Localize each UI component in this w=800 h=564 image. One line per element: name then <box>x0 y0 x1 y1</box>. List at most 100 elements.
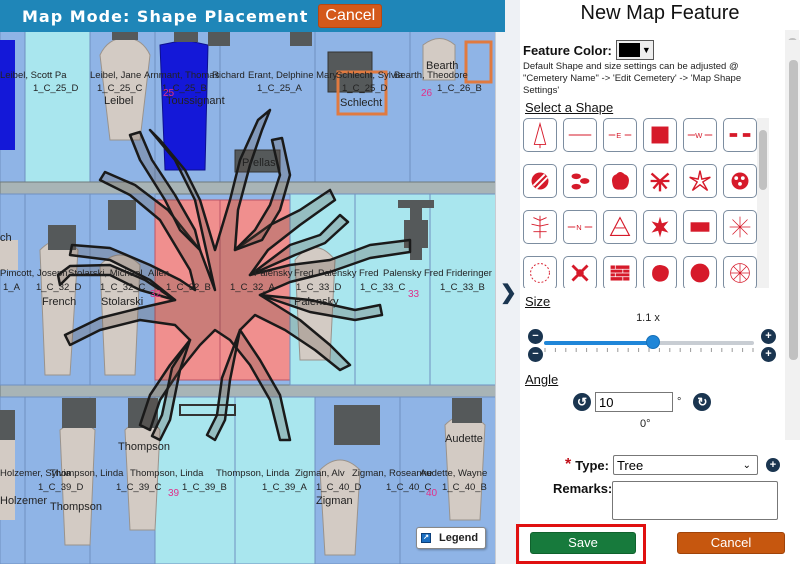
rotate-right-icon[interactable]: ↻ <box>693 393 712 411</box>
plot-id-label: 1_C_26_B <box>437 83 482 94</box>
rotate-left-icon[interactable]: ↺ <box>573 393 591 411</box>
legend-icon: ↗ <box>421 533 431 543</box>
palm-shape-button[interactable] <box>643 164 677 198</box>
blob-shape-button[interactable] <box>643 256 677 288</box>
filled-square-icon <box>651 126 669 144</box>
flower-icon <box>731 172 749 190</box>
feature-color-picker[interactable]: ▼ <box>615 40 654 60</box>
brick-shape-button[interactable] <box>603 256 637 288</box>
x-cross-icon <box>571 264 589 282</box>
size-decrease-button[interactable]: − <box>528 329 543 344</box>
spike-shape-button[interactable] <box>723 210 757 244</box>
plot-number: 40 <box>426 488 438 499</box>
dashed-letter-icon: E <box>608 131 632 140</box>
rectangle-icon <box>690 222 710 232</box>
legend-label: Legend <box>439 532 479 544</box>
tree-outline-shape-button[interactable] <box>523 118 557 152</box>
plot-id-label: 1_C_25_D <box>342 83 388 94</box>
stones-shape-button[interactable] <box>563 164 597 198</box>
panel-title: New Map Feature <box>580 2 740 24</box>
chevron-right-icon[interactable]: ❯ <box>500 280 517 305</box>
add-type-button[interactable]: + <box>765 458 780 472</box>
size-slider-knob[interactable] <box>646 335 661 349</box>
panel-splitter[interactable]: ❯ <box>495 0 520 564</box>
plot-owner-label: Audette, Wayne <box>420 468 488 479</box>
map-canvas[interactable]: Leibel, Scott Pa Leibel, Jane Arnmant, T… <box>0 0 520 564</box>
plot-id-label: 1_C_40_B <box>442 482 487 493</box>
dash-dash-shape-button[interactable] <box>723 118 757 152</box>
plot-id-label: 1_C_39_D <box>38 482 84 493</box>
line-shape-button[interactable] <box>563 118 597 152</box>
legend-button[interactable]: ↗ Legend <box>416 527 486 549</box>
map-cancel-button[interactable]: Cancel <box>318 4 383 28</box>
star-burst-shape-button[interactable] <box>643 210 677 244</box>
angle-controls: ↺ ° ↻ <box>573 392 712 412</box>
plot-number: 25 <box>163 88 175 99</box>
plot-owner-label: Thompson, Linda <box>216 468 290 479</box>
shape-grid-scrollbar-thumb[interactable] <box>759 130 767 190</box>
plot-id-label: 1_C_32_B <box>166 282 211 293</box>
plot-name: Zigman <box>316 495 353 507</box>
n-line-shape-button[interactable]: N <box>563 210 597 244</box>
plot-owner-label: Frideringer <box>446 268 492 279</box>
plot-id-label: 1_C_33_D <box>296 282 342 293</box>
remarks-textarea[interactable] <box>612 481 778 520</box>
filled-square-shape-button[interactable] <box>643 118 677 152</box>
plot-name: Bearth <box>426 60 459 72</box>
plot-number: 26 <box>421 88 433 99</box>
filled-circle-icon <box>690 263 710 283</box>
rectangle-shape-button[interactable] <box>683 210 717 244</box>
size-slider-ticks <box>544 348 754 352</box>
size-decrease-small-button[interactable]: − <box>528 347 543 362</box>
plot-id-label: 1_C_32_C <box>100 282 146 293</box>
plot-number: 32 <box>150 289 162 300</box>
type-select[interactable]: Tree ⌄ <box>612 455 758 475</box>
tree-outline-icon <box>533 121 547 149</box>
striped-circle-shape-button[interactable] <box>523 164 557 198</box>
angle-unit: ° <box>677 396 682 408</box>
plot-name: Thompson <box>118 441 170 453</box>
snowflake-shape-button[interactable] <box>723 256 757 288</box>
flower-shape-button[interactable] <box>723 164 757 198</box>
type-label: Type: <box>575 457 609 473</box>
star-plant-shape-button[interactable] <box>683 164 717 198</box>
bush-icon <box>612 172 629 190</box>
angle-input[interactable] <box>595 392 673 412</box>
select-shape-heading: Select a Shape <box>525 100 614 115</box>
required-asterisk-icon: * <box>565 456 572 473</box>
striped-circle-icon <box>531 172 549 190</box>
bush-shape-button[interactable] <box>603 164 637 198</box>
shape-settings-help: Default Shape and size settings can be a… <box>523 61 742 96</box>
size-increase-button[interactable]: + <box>761 329 776 344</box>
caret-down-icon: ▼ <box>641 45 651 55</box>
map-mode-header: Map Mode: Shape Placement Cancel <box>0 0 505 32</box>
plot-id-label: 1_A <box>3 282 20 293</box>
plot-name: Palensky <box>294 296 339 308</box>
dashed-letter-shape-button[interactable]: E <box>603 118 637 152</box>
w-line-icon: W <box>687 131 713 140</box>
x-cross-shape-button[interactable] <box>563 256 597 288</box>
fern-shape-button[interactable] <box>523 210 557 244</box>
plot-owner-label: Palensky <box>318 268 357 279</box>
size-heading: Size <box>525 294 551 309</box>
window-scrollbar-thumb[interactable] <box>789 60 798 360</box>
filled-circle-shape-button[interactable] <box>683 256 717 288</box>
angle-heading: Angle <box>525 372 559 387</box>
shape-grid-container: E W N <box>523 118 773 288</box>
plot-id-label: 1_C_25_D <box>33 83 79 94</box>
angle-readout: 0° <box>640 418 651 430</box>
size-increase-small-button[interactable]: + <box>761 347 776 362</box>
w-line-shape-button[interactable]: W <box>683 118 717 152</box>
plot-id-label: 1_C_39_A <box>262 482 307 493</box>
plot-owner-label: Schlecht, Sylvia <box>336 70 404 81</box>
plot-owner-label: Pimcott, Joseph <box>0 268 68 279</box>
plot-id-label: 1_C_32_D <box>36 282 82 293</box>
plot-owner-label: Thompson, Linda <box>130 468 204 479</box>
svg-text:E: E <box>616 131 621 140</box>
cancel-button[interactable]: Cancel <box>677 532 785 554</box>
svg-text:W: W <box>695 131 703 140</box>
plot-id-label: 1_C_32_A <box>230 282 275 293</box>
dotted-circle-shape-button[interactable] <box>523 256 557 288</box>
triangle-shape-button[interactable] <box>603 210 637 244</box>
save-button[interactable]: Save <box>530 532 636 554</box>
